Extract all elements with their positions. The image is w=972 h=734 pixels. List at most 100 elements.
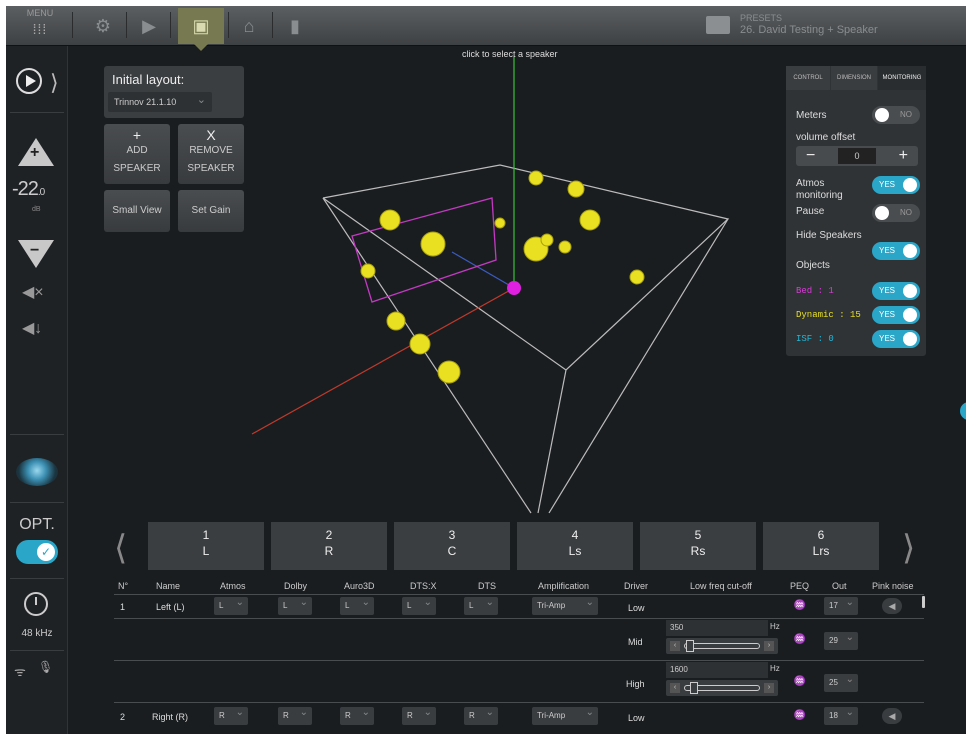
speaker-object[interactable] — [567, 180, 585, 198]
dts-select[interactable]: R — [464, 707, 498, 725]
slider-track — [684, 643, 760, 649]
meters-toggle[interactable]: NO — [872, 106, 920, 124]
peq-icon[interactable]: ♒ — [792, 634, 808, 648]
toggle-text: YES — [879, 286, 896, 295]
out-select[interactable]: 18 — [824, 707, 858, 725]
set-gain-button[interactable]: Set Gain — [178, 190, 244, 232]
bed-toggle[interactable]: YES — [872, 282, 920, 300]
auro3d-select[interactable]: R — [340, 707, 374, 725]
col-header-dtsx: DTS:X — [410, 581, 437, 591]
speaker-object[interactable] — [437, 360, 461, 384]
divider — [114, 618, 924, 619]
room-outline-top — [322, 164, 730, 371]
chevron-right-icon[interactable]: ⟩ — [902, 528, 915, 568]
speaker-object[interactable] — [409, 333, 431, 355]
volume-offset-value[interactable]: 0 — [838, 148, 876, 164]
high-freq-value[interactable]: 1600 — [666, 662, 768, 678]
speaker-code: Lrs — [812, 544, 830, 558]
auro3d-select[interactable]: L — [340, 597, 374, 615]
decrement-icon[interactable]: ‹ — [670, 683, 680, 693]
driver-label: Low — [628, 713, 645, 723]
pink-noise-button[interactable]: ◀ — [882, 598, 902, 614]
toggle-knob — [875, 108, 889, 122]
mid-freq-slider[interactable]: ‹ › — [666, 638, 778, 654]
isf-toggle[interactable]: YES — [872, 330, 920, 348]
slider-thumb[interactable] — [686, 640, 694, 652]
tab-monitoring[interactable]: MONITORING — [878, 66, 926, 90]
high-freq-slider[interactable]: ‹ › — [666, 680, 778, 696]
hide-speakers-label: Hide Speakers — [796, 230, 862, 241]
hide-speakers-toggle[interactable]: YES — [872, 242, 920, 260]
speaker-object[interactable] — [379, 209, 401, 231]
speaker-object[interactable] — [579, 209, 601, 231]
initial-layout-title: Initial layout: — [112, 72, 185, 87]
row-name: Left (L) — [156, 602, 185, 612]
peq-icon[interactable]: ♒ — [792, 710, 808, 724]
increment-icon[interactable]: › — [764, 641, 774, 651]
monitoring-panel: CONTROL DIMENSION MONITORING Meters NO v… — [786, 66, 926, 356]
tab-control[interactable]: CONTROL — [786, 66, 830, 90]
col-header-out: Out — [832, 581, 847, 591]
dtsx-select[interactable]: R — [402, 707, 436, 725]
peq-icon[interactable]: ♒ — [792, 600, 808, 614]
app-window: MENU ⁞⁞⁞ ⚙ ▶ ▣ ⌂ ▮ PRESETS 26. David Tes… — [6, 6, 966, 734]
speaker-object[interactable] — [528, 170, 544, 186]
speaker-object[interactable] — [540, 233, 554, 247]
layout-select[interactable]: Trinnov 21.1.10 — [108, 92, 212, 112]
bed-label: Bed : 1 — [796, 286, 834, 296]
speaker-object[interactable] — [494, 217, 506, 229]
col-header-auro3d: Auro3D — [344, 581, 375, 591]
chevron-left-icon[interactable]: ⟨ — [114, 528, 127, 568]
speaker-tab-6[interactable]: 6 Lrs — [763, 522, 879, 570]
peq-icon[interactable]: ♒ — [792, 676, 808, 690]
tab-dimension[interactable]: DIMENSION — [831, 66, 877, 90]
dolby-select[interactable]: L — [278, 597, 312, 615]
speaker-tab-2[interactable]: 2R — [271, 522, 387, 570]
speaker-object[interactable] — [420, 231, 446, 257]
plus-icon[interactable]: + — [899, 146, 908, 166]
minus-icon[interactable]: − — [806, 146, 815, 166]
small-view-button[interactable]: Small View — [104, 190, 170, 232]
dynamic-toggle[interactable]: YES — [872, 306, 920, 324]
amplification-select[interactable]: Tri-Amp — [532, 707, 598, 725]
room-edge — [500, 165, 536, 511]
speaker-object[interactable] — [629, 269, 645, 285]
speaker-object[interactable] — [360, 263, 376, 279]
remove-speaker-button[interactable]: X REMOVE SPEAKER — [178, 124, 244, 184]
isf-label: ISF : 0 — [796, 334, 834, 344]
speaker-code: R — [324, 544, 334, 558]
remove-speaker-line2: SPEAKER — [187, 163, 235, 174]
dolby-select[interactable]: R — [278, 707, 312, 725]
atmos-select[interactable]: R — [214, 707, 248, 725]
decrement-icon[interactable]: ‹ — [670, 641, 680, 651]
slider-thumb[interactable] — [690, 682, 698, 694]
hz-unit: Hz — [770, 664, 780, 673]
toggle-knob — [903, 178, 917, 192]
atmos-select[interactable]: L — [214, 597, 248, 615]
speaker-object[interactable] — [558, 240, 572, 254]
scrollbar[interactable] — [922, 596, 925, 608]
speaker-tab-4[interactable]: 4 Ls — [517, 522, 633, 570]
speaker-tab-5[interactable]: 5 Rs — [640, 522, 756, 570]
add-speaker-button[interactable]: + ADD SPEAKER — [104, 124, 170, 184]
amplification-select[interactable]: Tri-Amp — [532, 597, 598, 615]
pink-noise-button[interactable]: ◀ — [882, 708, 902, 724]
out-select[interactable]: 29 — [824, 632, 858, 650]
col-header-driver: Driver — [624, 581, 648, 591]
speaker-object[interactable] — [386, 311, 406, 331]
speaker-tab-1[interactable]: 1L — [148, 522, 264, 570]
pause-label: Pause — [796, 206, 825, 217]
out-select[interactable]: 17 — [824, 597, 858, 615]
dts-select[interactable]: L — [464, 597, 498, 615]
atmos-monitoring-toggle[interactable]: YES — [872, 176, 920, 194]
listener-position[interactable] — [507, 281, 521, 295]
speaker-tab-3[interactable]: 3C — [394, 522, 510, 570]
dtsx-select[interactable]: L — [402, 597, 436, 615]
mid-freq-value[interactable]: 350 — [666, 620, 768, 636]
pause-toggle[interactable]: NO — [872, 204, 920, 222]
out-select[interactable]: 25 — [824, 674, 858, 692]
increment-icon[interactable]: › — [764, 683, 774, 693]
toggle-text: YES — [879, 246, 896, 255]
mid-freq-control: 350 Hz ‹ › — [666, 620, 780, 660]
atmos-label-2: monitoring — [796, 190, 843, 201]
